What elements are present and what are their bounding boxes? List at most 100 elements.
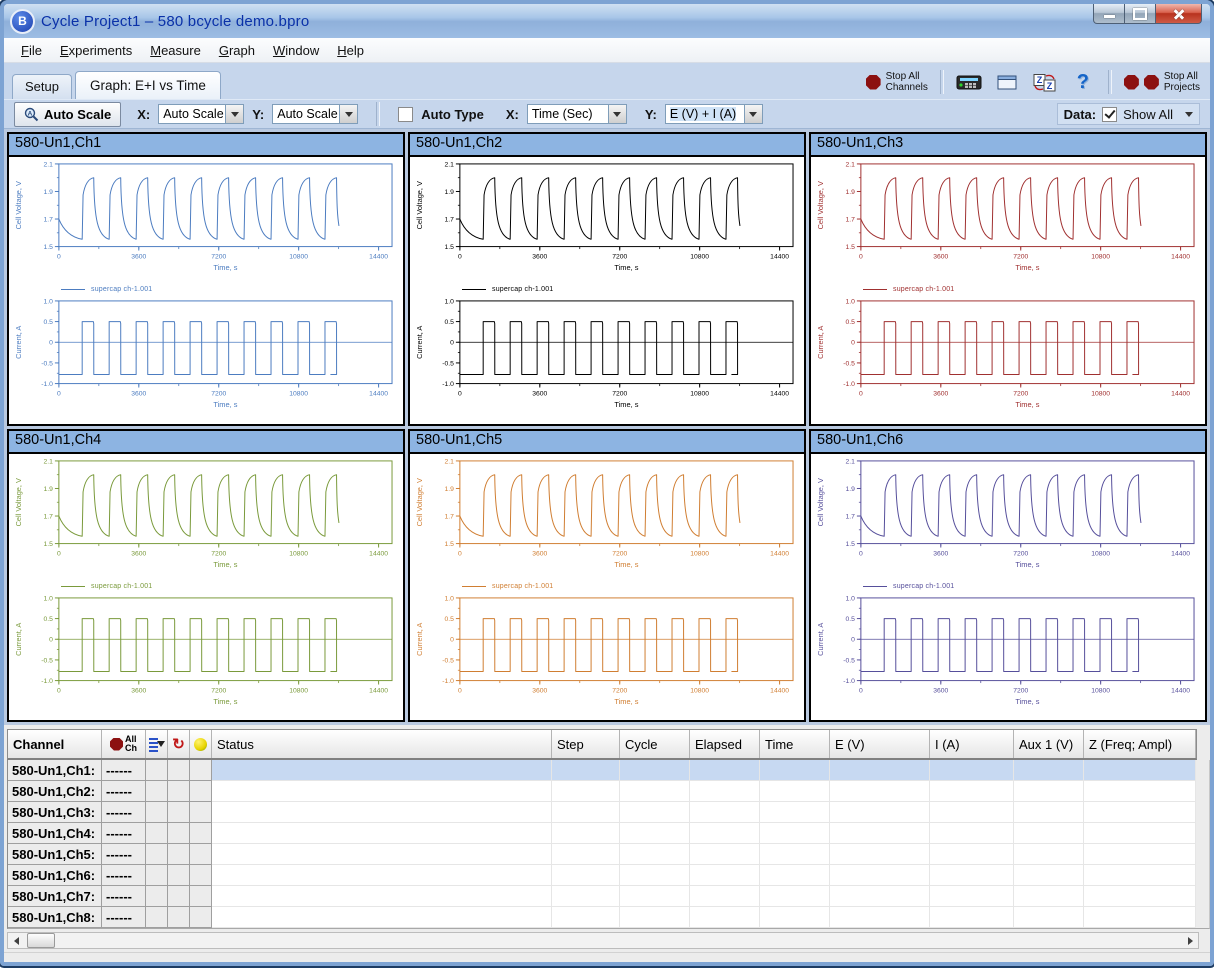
menu-file[interactable]: File — [12, 41, 51, 60]
row-data-cell — [552, 886, 620, 907]
auto-type-checkbox[interactable] — [398, 107, 413, 122]
row-data-cell — [690, 781, 760, 802]
row-channel-label[interactable]: 580-Un1,Ch1: — [8, 760, 102, 781]
col-header-all-ch[interactable]: AllCh — [102, 730, 146, 758]
row-channel-label[interactable]: 580-Un1,Ch5: — [8, 844, 102, 865]
row-all-ch-value: ------ — [102, 886, 146, 907]
dropdown-arrow-icon[interactable] — [339, 105, 357, 123]
row-data-cell — [1084, 844, 1196, 865]
svg-text:Time, s: Time, s — [614, 560, 639, 569]
impedance-swap-icon[interactable]: ZZ — [1032, 71, 1058, 93]
row-data-cell — [212, 844, 552, 865]
tab-setup[interactable]: Setup — [12, 74, 72, 99]
x-scale-select[interactable]: Auto Scale — [158, 104, 244, 124]
dropdown-arrow-icon[interactable] — [608, 105, 626, 123]
row-data-cell — [830, 886, 930, 907]
row-icon-cell — [190, 886, 212, 907]
row-data-cell — [620, 844, 690, 865]
row-channel-label[interactable]: 580-Un1,Ch8: — [8, 907, 102, 928]
svg-text:14400: 14400 — [1171, 390, 1190, 397]
svg-text:Time, s: Time, s — [1015, 560, 1040, 569]
table-row-ch3[interactable]: 580-Un1,Ch3:------ — [8, 802, 1196, 823]
table-row-ch2[interactable]: 580-Un1,Ch2:------ — [8, 781, 1196, 802]
stop-all-projects-button[interactable]: Stop AllProjects — [1124, 71, 1200, 93]
scroll-left-button[interactable] — [8, 933, 24, 948]
minimize-button[interactable] — [1093, 4, 1125, 24]
row-data-cell — [1014, 865, 1084, 886]
row-icon-cell — [168, 886, 190, 907]
row-channel-label[interactable]: 580-Un1,Ch6: — [8, 865, 102, 886]
row-all-ch-value: ------ — [102, 802, 146, 823]
chart-panel-ch5: 580-Un1,Ch52.11.91.71.503600720010800144… — [408, 429, 806, 723]
col-header-cycle: Cycle — [620, 730, 690, 758]
y-axis-select[interactable]: E (V) + I (A) — [665, 104, 763, 124]
svg-text:0: 0 — [859, 253, 863, 260]
scroll-right-button[interactable] — [1182, 933, 1198, 948]
current-plot-ch5[interactable]: 1.00.50-0.5-1.00360072001080014400Time, … — [410, 593, 804, 717]
help-icon[interactable]: ? — [1070, 71, 1096, 93]
legend-label: supercap ch-1.001 — [492, 583, 553, 590]
row-data-cell — [830, 907, 930, 928]
maximize-button[interactable] — [1125, 4, 1156, 24]
current-plot-ch1[interactable]: 1.00.50-0.5-1.00360072001080014400Time, … — [9, 296, 403, 420]
row-data-cell — [1084, 865, 1196, 886]
voltage-plot-ch3[interactable]: 2.11.91.71.50360072001080014400Time, sCe… — [811, 159, 1205, 283]
row-data-cell — [1014, 760, 1084, 781]
row-channel-label[interactable]: 580-Un1,Ch3: — [8, 802, 102, 823]
row-data-cell — [930, 886, 1014, 907]
col-header-step-list[interactable] — [146, 730, 168, 758]
row-data-cell — [212, 760, 552, 781]
table-row-ch7[interactable]: 580-Un1,Ch7:------ — [8, 886, 1196, 907]
instrument-panel-icon[interactable] — [956, 71, 982, 93]
current-plot-ch6[interactable]: 1.00.50-0.5-1.00360072001080014400Time, … — [811, 593, 1205, 717]
table-row-ch6[interactable]: 580-Un1,Ch6:------ — [8, 865, 1196, 886]
horizontal-scrollbar[interactable] — [7, 932, 1199, 949]
voltage-plot-ch4[interactable]: 2.11.91.71.50360072001080014400Time, sCe… — [9, 456, 403, 580]
show-all-checkbox[interactable] — [1102, 107, 1117, 122]
voltage-plot-ch1[interactable]: 2.11.91.71.50360072001080014400Time, sCe… — [9, 159, 403, 283]
current-plot-ch3[interactable]: 1.00.50-0.5-1.00360072001080014400Time, … — [811, 296, 1205, 420]
dropdown-arrow-icon[interactable] — [744, 105, 762, 123]
svg-text:1.7: 1.7 — [43, 513, 53, 520]
row-channel-label[interactable]: 580-Un1,Ch2: — [8, 781, 102, 802]
stop-all-channels-button[interactable]: Stop AllChannels — [866, 71, 928, 93]
current-plot-ch4[interactable]: 1.00.50-0.5-1.00360072001080014400Time, … — [9, 593, 403, 717]
table-row-ch5[interactable]: 580-Un1,Ch5:------ — [8, 844, 1196, 865]
new-window-icon[interactable] — [994, 71, 1020, 93]
scrollbar-thumb[interactable] — [27, 933, 55, 948]
dropdown-arrow-icon[interactable] — [1185, 112, 1193, 117]
col-header-status-led[interactable] — [190, 730, 212, 758]
svg-text:0: 0 — [57, 687, 61, 694]
voltage-plot-ch5[interactable]: 2.11.91.71.50360072001080014400Time, sCe… — [410, 456, 804, 580]
svg-text:Current, A: Current, A — [14, 622, 23, 655]
table-row-ch8[interactable]: 580-Un1,Ch8:------ — [8, 907, 1196, 928]
row-channel-label[interactable]: 580-Un1,Ch4: — [8, 823, 102, 844]
table-row-ch4[interactable]: 580-Un1,Ch4:------ — [8, 823, 1196, 844]
x-axis-select[interactable]: Time (Sec) — [527, 104, 627, 124]
row-channel-label[interactable]: 580-Un1,Ch7: — [8, 886, 102, 907]
y-scale-select[interactable]: Auto Scale — [272, 104, 358, 124]
svg-text:10800: 10800 — [690, 687, 709, 694]
loop-icon: ↻ — [172, 737, 185, 752]
scroll-left-icon — [14, 937, 19, 945]
row-data-cell — [690, 760, 760, 781]
menu-help[interactable]: Help — [328, 41, 373, 60]
row-data-cell — [552, 907, 620, 928]
close-button[interactable] — [1156, 4, 1202, 24]
col-header-loop[interactable]: ↻ — [168, 730, 190, 758]
col-header-status: Status — [212, 730, 552, 758]
auto-scale-button[interactable]: A Auto Scale — [14, 102, 121, 127]
row-icon-cell — [146, 886, 168, 907]
channel-table: ChannelAllCh↻StatusStepCycleElapsedTimeE… — [7, 729, 1210, 929]
menu-graph[interactable]: Graph — [210, 41, 264, 60]
tab-graph-e-i-vs-time[interactable]: Graph: E+I vs Time — [75, 71, 221, 99]
table-row-ch1[interactable]: 580-Un1,Ch1:------ — [8, 760, 1196, 781]
app-icon[interactable]: B — [10, 9, 35, 34]
current-plot-ch2[interactable]: 1.00.50-0.5-1.00360072001080014400Time, … — [410, 296, 804, 420]
menu-experiments[interactable]: Experiments — [51, 41, 141, 60]
voltage-plot-ch6[interactable]: 2.11.91.71.50360072001080014400Time, sCe… — [811, 456, 1205, 580]
menu-window[interactable]: Window — [264, 41, 328, 60]
dropdown-arrow-icon[interactable] — [225, 105, 243, 123]
voltage-plot-ch2[interactable]: 2.11.91.71.50360072001080014400Time, sCe… — [410, 159, 804, 283]
menu-measure[interactable]: Measure — [141, 41, 210, 60]
